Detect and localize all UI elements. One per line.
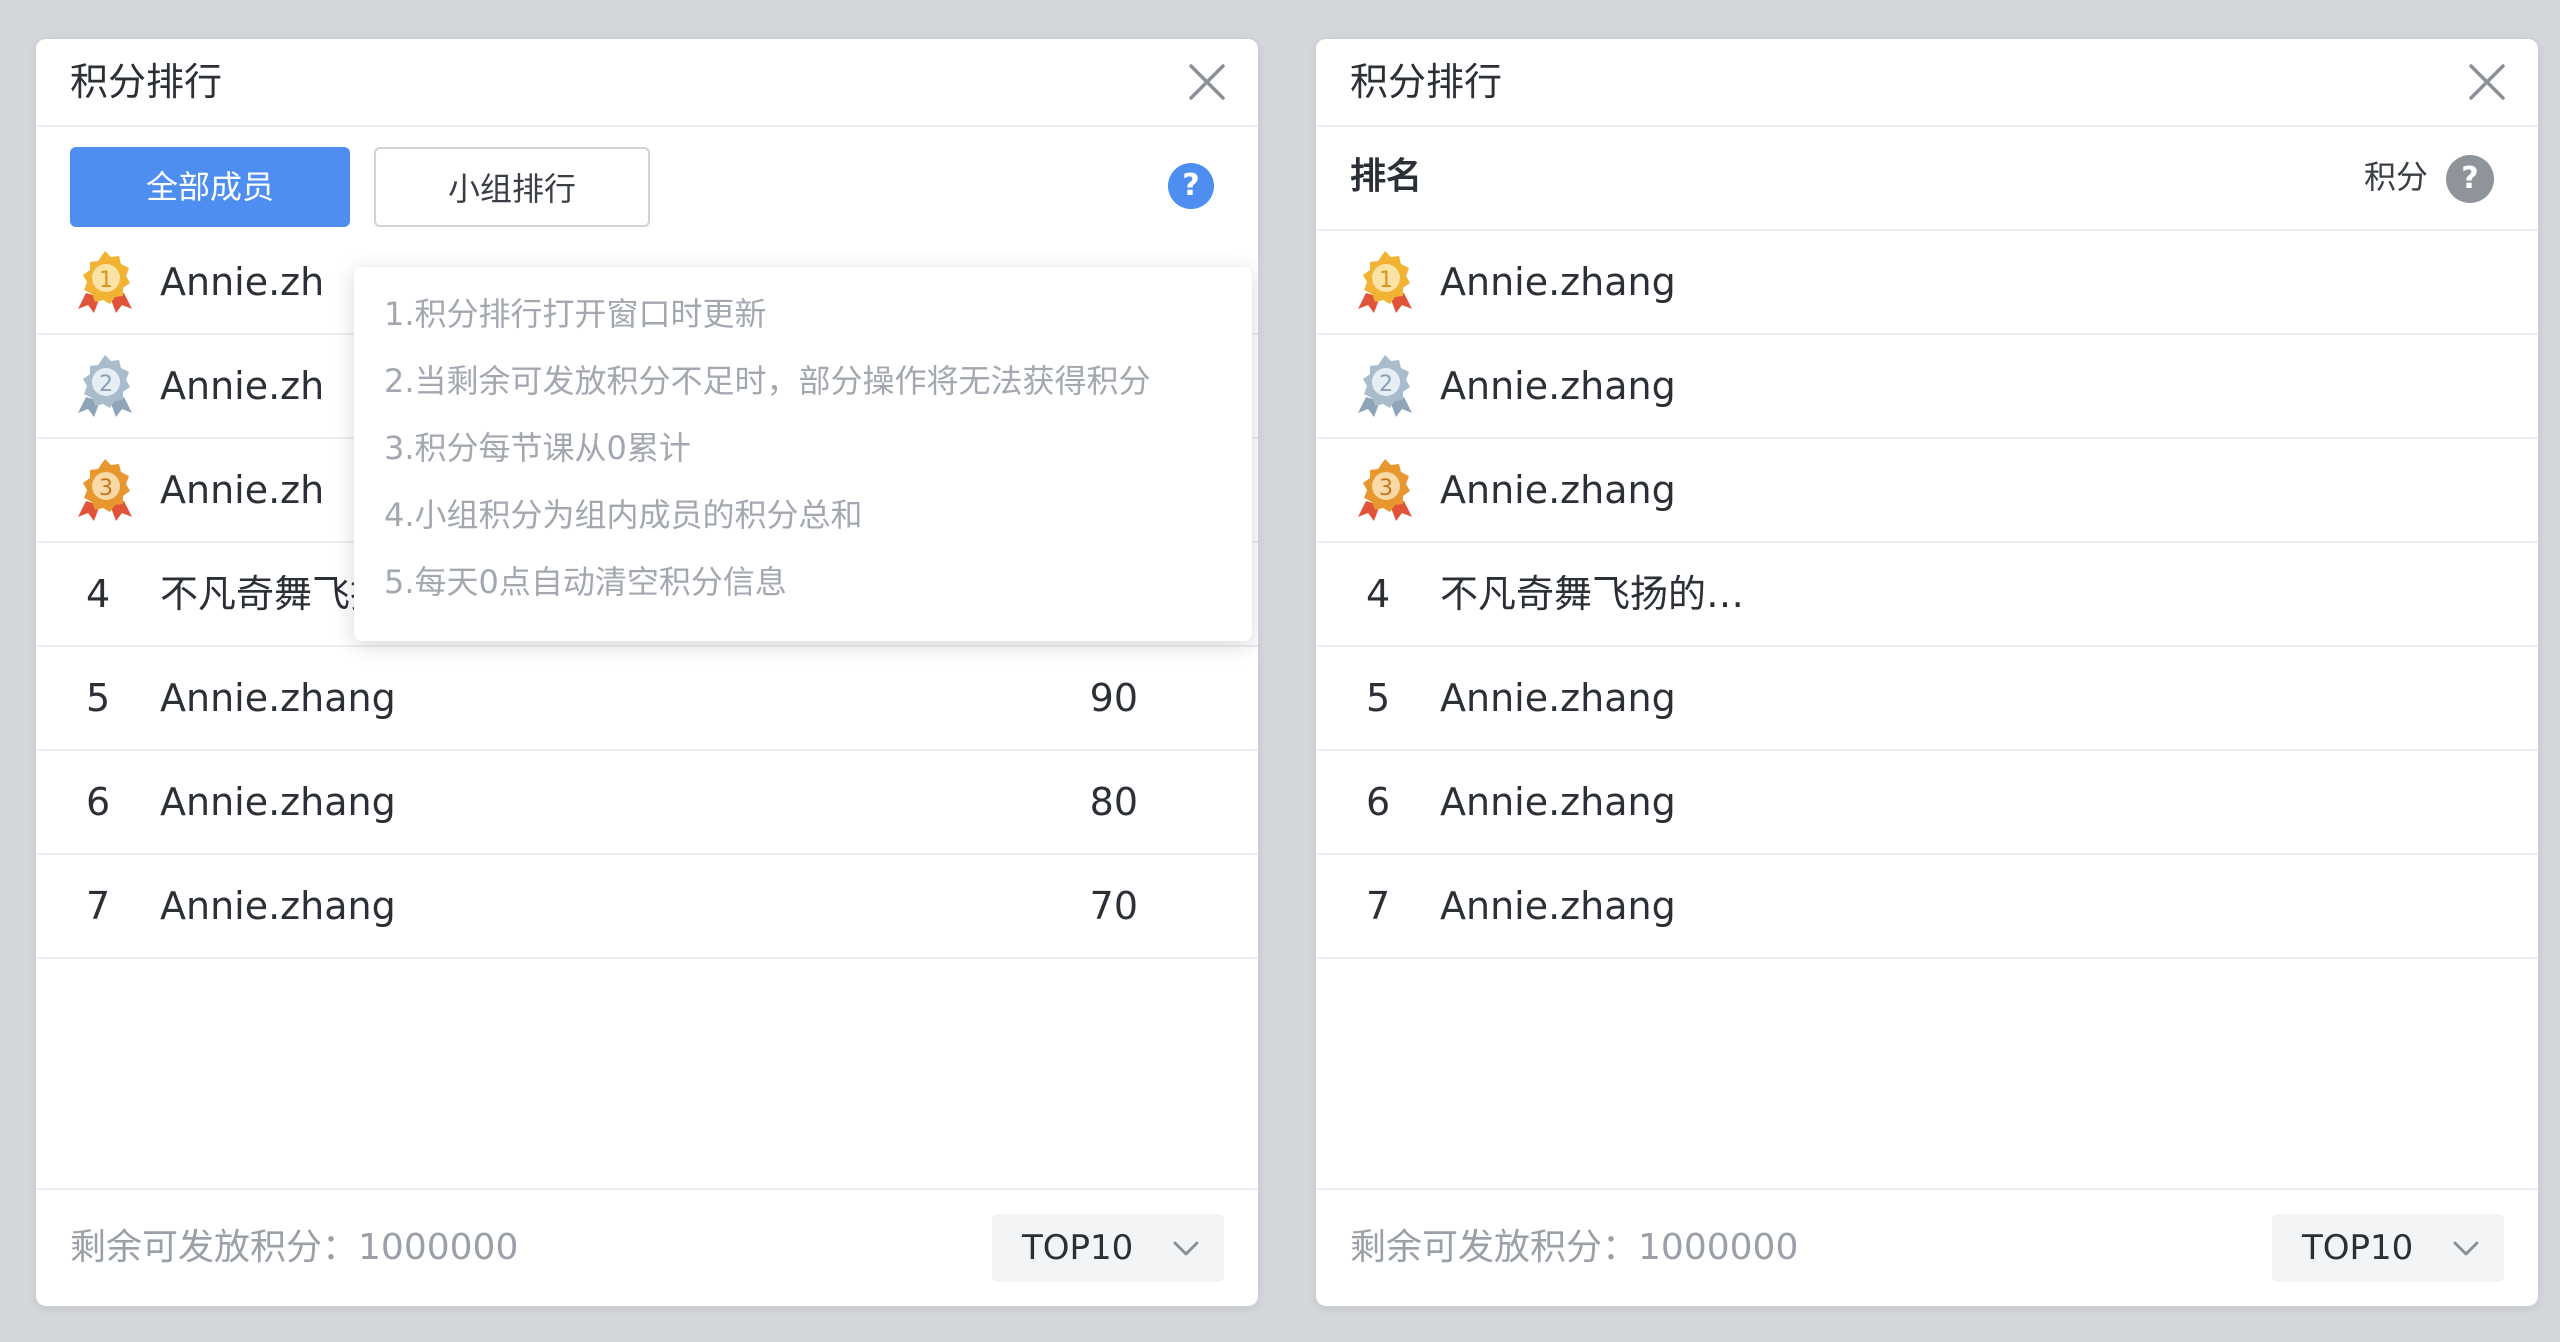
ranking-panel-list: 积分排行 排名 积分 ? 1 Annie.zhang 2 Annie.zhang…: [1316, 39, 2538, 1306]
member-name: Annie.zhang: [160, 676, 396, 720]
rank-number: 5: [86, 676, 111, 720]
member-score: 90: [1089, 676, 1138, 720]
tooltip-line: 2.当剩余可发放积分不足时，部分操作将无法获得积分: [384, 362, 1151, 400]
list-item[interactable]: 4 不凡奇舞飞扬的…: [1316, 543, 2538, 647]
ranking-panel-all-members: 积分排行 全部成员 小组排行 ? 1 Annie.zh 2 Annie.zh 3…: [36, 39, 1258, 1306]
title-bar: 积分排行: [36, 39, 1258, 127]
member-name: Annie.zhang: [1440, 780, 1676, 824]
list-item[interactable]: 1 Annie.zhang: [1316, 231, 2538, 335]
list-item[interactable]: 5 Annie.zhang 90: [36, 647, 1258, 751]
list-item[interactable]: 7 Annie.zhang 70: [36, 855, 1258, 959]
silver-medal-icon: 2: [1358, 355, 1412, 417]
remaining-points-label: 剩余可发放积分：: [1350, 1227, 1639, 1268]
svg-text:1: 1: [99, 268, 113, 293]
list-item[interactable]: 6 Annie.zhang: [1316, 751, 2538, 855]
rank-number: 6: [1366, 780, 1391, 824]
member-name: Annie.zh: [160, 468, 325, 512]
help-tooltip: 1.积分排行打开窗口时更新 2.当剩余可发放积分不足时，部分操作将无法获得积分 …: [354, 267, 1252, 641]
bronze-medal-icon: 3: [1358, 459, 1412, 521]
tooltip-line: 3.积分每节课从0累计: [384, 429, 691, 467]
title-bar: 积分排行: [1316, 39, 2538, 127]
tooltip-line: 5.每天0点自动清空积分信息: [384, 563, 787, 601]
gold-medal-icon: 1: [1358, 251, 1412, 313]
member-name: Annie.zh: [160, 260, 325, 304]
panel-title: 积分排行: [70, 60, 223, 104]
list-header: 排名 积分 ?: [1316, 125, 2538, 231]
list-item[interactable]: 2 Annie.zhang: [1316, 335, 2538, 439]
member-score: 70: [1089, 884, 1138, 928]
silver-medal-icon: 2: [78, 355, 132, 417]
rank-number: 4: [86, 572, 111, 616]
chevron-down-icon: [1173, 1241, 1199, 1256]
close-icon[interactable]: [1182, 57, 1232, 107]
top-n-select[interactable]: TOP10: [2272, 1214, 2504, 1282]
list-item[interactable]: 7 Annie.zhang: [1316, 855, 2538, 959]
remaining-points: 剩余可发放积分：1000000: [70, 1190, 518, 1306]
rank-number: 6: [86, 780, 111, 824]
rank-column-header: 排名: [1350, 156, 1423, 197]
list-item[interactable]: 3 Annie.zhang: [1316, 439, 2538, 543]
svg-text:1: 1: [1379, 268, 1393, 293]
rank-number: 4: [1366, 572, 1391, 616]
svg-text:3: 3: [1379, 476, 1393, 501]
remaining-points-value: 1000000: [358, 1227, 519, 1268]
remaining-points: 剩余可发放积分：1000000: [1350, 1190, 1798, 1306]
panel-title: 积分排行: [1350, 60, 1503, 104]
remaining-points-value: 1000000: [1638, 1227, 1799, 1268]
gold-medal-icon: 1: [78, 251, 132, 313]
top-n-select[interactable]: TOP10: [992, 1214, 1224, 1282]
chevron-down-icon: [2453, 1241, 2479, 1256]
svg-text:2: 2: [99, 372, 113, 397]
tab-all-members[interactable]: 全部成员: [70, 147, 350, 227]
member-name: Annie.zhang: [1440, 364, 1676, 408]
svg-text:3: 3: [99, 476, 113, 501]
close-icon[interactable]: [2462, 57, 2512, 107]
tab-group-ranking[interactable]: 小组排行: [374, 147, 650, 227]
member-score: 80: [1089, 780, 1138, 824]
member-name: Annie.zhang: [1440, 884, 1676, 928]
member-name: Annie.zhang: [1440, 468, 1676, 512]
list-item[interactable]: 5 Annie.zhang: [1316, 647, 2538, 751]
tooltip-line: 1.积分排行打开窗口时更新: [384, 295, 767, 333]
ranking-list: 1 Annie.zhang 2 Annie.zhang 3 Annie.zhan…: [1316, 231, 2538, 959]
question-circle-icon[interactable]: ?: [2446, 155, 2494, 203]
top-n-select-value: TOP10: [2302, 1228, 2414, 1268]
member-name: Annie.zhang: [1440, 260, 1676, 304]
rank-number: 5: [1366, 676, 1391, 720]
svg-text:2: 2: [1379, 372, 1393, 397]
top-n-select-value: TOP10: [1022, 1228, 1134, 1268]
member-name: Annie.zhang: [1440, 676, 1676, 720]
member-name: Annie.zhang: [160, 780, 396, 824]
panel-footer: 剩余可发放积分：1000000 TOP10: [1316, 1188, 2538, 1306]
remaining-points-label: 剩余可发放积分：: [70, 1227, 359, 1268]
bronze-medal-icon: 3: [78, 459, 132, 521]
rank-number: 7: [1366, 884, 1391, 928]
list-item[interactable]: 6 Annie.zhang 80: [36, 751, 1258, 855]
member-name: 不凡奇舞飞扬的…: [1440, 572, 1745, 616]
member-name: Annie.zh: [160, 364, 325, 408]
member-name: Annie.zhang: [160, 884, 396, 928]
question-circle-icon[interactable]: ?: [1168, 163, 1214, 209]
tooltip-line: 4.小组积分为组内成员的积分总和: [384, 496, 863, 534]
rank-number: 7: [86, 884, 111, 928]
panel-footer: 剩余可发放积分：1000000 TOP10: [36, 1188, 1258, 1306]
score-column-header: 积分: [2363, 158, 2428, 196]
